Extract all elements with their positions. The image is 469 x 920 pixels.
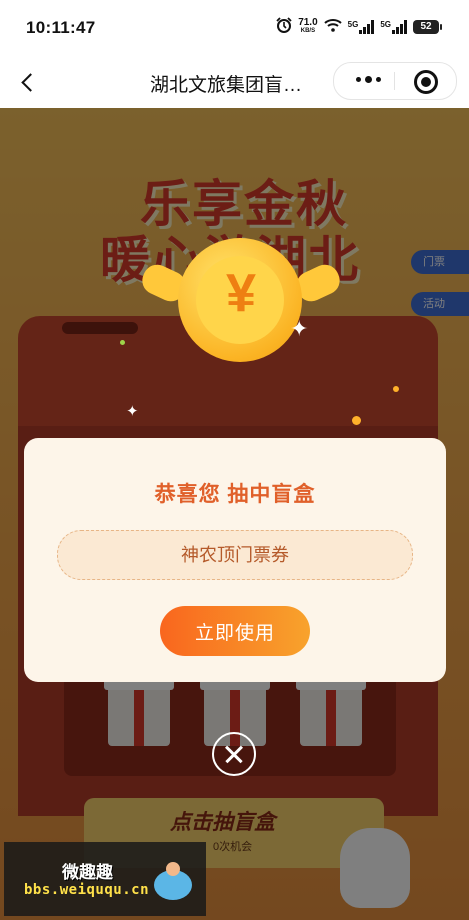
cell-signal-icon-1: 5G bbox=[348, 19, 375, 34]
wifi-icon bbox=[323, 18, 342, 35]
clock: 10:11:47 bbox=[26, 18, 96, 37]
nav-bar: 湖北文旅集团盲… bbox=[0, 56, 469, 108]
more-options-icon[interactable] bbox=[356, 76, 381, 83]
miniprogram-capsule bbox=[333, 62, 457, 100]
prize-modal: 恭喜您 抽中盲盒 神农顶门票券 立即使用 bbox=[24, 438, 446, 682]
watermark-url: bbs.weiququ.cn bbox=[24, 882, 150, 898]
watermark: 微趣趣 bbs.weiququ.cn bbox=[4, 842, 206, 916]
modal-title: 恭喜您 抽中盲盒 bbox=[154, 483, 316, 506]
capsule-divider bbox=[394, 72, 395, 90]
prize-name: 神农顶门票券 bbox=[57, 530, 413, 580]
battery-icon: 52 bbox=[413, 19, 442, 34]
back-arrow-icon[interactable] bbox=[14, 66, 42, 96]
close-modal-icon[interactable] bbox=[212, 732, 256, 776]
use-now-button[interactable]: 立即使用 bbox=[160, 606, 310, 656]
cell-signal-icon-2: 5G bbox=[380, 19, 407, 34]
alarm-icon bbox=[276, 17, 292, 36]
watermark-title: 微趣趣 bbox=[62, 863, 113, 882]
close-miniprogram-icon[interactable] bbox=[414, 70, 438, 94]
status-bar: 10:11:47 71.0 KB/S 5G 5G 52 bbox=[0, 0, 469, 56]
watermark-mascot-icon bbox=[154, 862, 192, 900]
status-icons: 71.0 KB/S 5G 5G 52 bbox=[276, 16, 442, 36]
network-speed: 71.0 KB/S bbox=[298, 16, 318, 34]
page-title: 湖北文旅集团盲… bbox=[150, 75, 303, 96]
